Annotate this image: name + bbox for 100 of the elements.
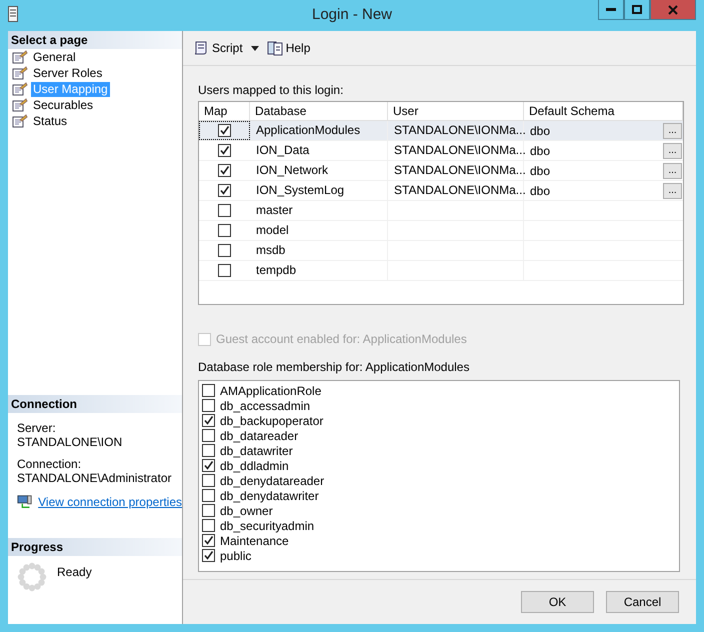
checkbox[interactable]	[202, 519, 215, 532]
role-label: db_datawriter	[220, 444, 293, 458]
sidebar-item[interactable]: General	[31, 50, 78, 64]
browse-button[interactable]: ...	[663, 142, 682, 158]
section-header: Connection	[8, 395, 182, 413]
role-label: db_datareader	[220, 428, 298, 442]
dropdown-caret-icon[interactable]	[250, 46, 259, 50]
checkbox[interactable]	[202, 444, 215, 457]
checkbox[interactable]	[202, 504, 215, 517]
connection-properties-link[interactable]: View connection properties	[38, 495, 182, 509]
checkbox[interactable]	[202, 384, 215, 397]
checkbox[interactable]	[218, 204, 231, 217]
wrench-page-icon	[12, 66, 28, 80]
role-label: db_backupoperator	[220, 414, 324, 428]
checkbox[interactable]	[218, 224, 231, 237]
section-header: Select a page	[8, 31, 182, 49]
checkbox[interactable]	[202, 474, 215, 487]
table-cell: dbo	[530, 184, 550, 198]
table-row[interactable]: ION_Data STANDALONE\IONMa... dbo ...	[199, 141, 683, 161]
role-label: Maintenance	[220, 534, 289, 548]
table-cell: model	[250, 221, 388, 240]
table-cell: dbo	[530, 144, 550, 158]
server-label: Server:	[17, 421, 57, 435]
role-label: db_denydatareader	[220, 474, 324, 488]
table-cell: msdb	[250, 241, 388, 260]
minimize-button[interactable]	[598, 0, 624, 20]
spinner-icon	[17, 562, 47, 592]
role-label: AMApplicationRole	[220, 384, 322, 398]
checkbox[interactable]	[202, 549, 215, 562]
table-row[interactable]: ION_SystemLog STANDALONE\IONMa... dbo ...	[199, 181, 683, 201]
table-cell: STANDALONE\IONMa...	[388, 121, 524, 140]
close-button[interactable]	[650, 0, 696, 20]
maximize-icon	[632, 5, 642, 14]
checkbox[interactable]	[202, 399, 215, 412]
server-value: STANDALONE\ION	[17, 435, 124, 449]
cancel-button[interactable]: Cancel	[606, 591, 679, 613]
column-header[interactable]: User	[388, 102, 524, 120]
book-icon	[266, 40, 283, 56]
sidebar-item[interactable]: Server Roles	[31, 66, 104, 80]
checkbox[interactable]	[218, 264, 231, 277]
script-button[interactable]: Script	[191, 38, 245, 58]
browse-button[interactable]: ...	[663, 182, 682, 198]
checkbox[interactable]	[202, 534, 215, 547]
column-header[interactable]: Default Schema	[524, 102, 683, 120]
maximize-button[interactable]	[624, 0, 650, 20]
table-row[interactable]: master	[199, 201, 683, 221]
table-row[interactable]: model	[199, 221, 683, 241]
table-cell: master	[250, 201, 388, 220]
browse-button[interactable]: ...	[663, 162, 682, 178]
table-cell: ION_SystemLog	[250, 181, 388, 200]
section-header: Progress	[8, 538, 182, 556]
wrench-page-icon	[12, 114, 28, 128]
scroll-icon	[193, 40, 209, 56]
table-cell: STANDALONE\IONMa...	[388, 141, 524, 160]
table-row[interactable]: ION_Network STANDALONE\IONMa... dbo ...	[199, 161, 683, 181]
progress-status: Ready	[57, 565, 92, 581]
checkbox[interactable]	[218, 244, 231, 257]
connection-label: Connection:	[17, 457, 82, 471]
sidebar-item[interactable]: Status	[31, 114, 70, 128]
help-button[interactable]: Help	[264, 38, 312, 58]
minimize-icon	[606, 8, 616, 11]
checkbox[interactable]	[218, 164, 231, 177]
role-label: db_accessadmin	[220, 398, 310, 412]
table-row[interactable]: msdb	[199, 241, 683, 261]
table-row[interactable]: ApplicationModules STANDALONE\IONMa... dbo ...	[199, 121, 683, 141]
table-cell: ION_Data	[250, 141, 388, 160]
table-cell: STANDALONE\IONMa...	[388, 181, 524, 200]
table-cell: ION_Network	[250, 161, 388, 180]
ok-button[interactable]: OK	[521, 591, 594, 613]
section-label: Users mapped to this login:	[198, 83, 344, 97]
checkbox[interactable]	[218, 144, 231, 157]
window-title: Login - New	[312, 6, 392, 23]
connection-value: STANDALONE\Administrator	[17, 471, 172, 485]
role-label: db_owner	[220, 504, 273, 518]
computer-icon	[17, 494, 32, 510]
wrench-page-icon	[12, 82, 28, 96]
wrench-page-icon	[12, 98, 28, 112]
checkbox[interactable]	[218, 184, 231, 197]
checkbox[interactable]	[202, 429, 215, 442]
section-label: Database role membership for: ApplicationModules	[198, 360, 470, 374]
wrench-page-icon	[12, 50, 28, 64]
checkbox-label: Guest account enabled for: ApplicationModules	[216, 332, 467, 346]
column-header[interactable]: Map	[199, 102, 250, 120]
close-icon	[668, 4, 678, 14]
browse-button[interactable]: ...	[663, 122, 682, 138]
checkbox[interactable]	[202, 489, 215, 502]
table-row[interactable]: tempdb	[199, 261, 683, 281]
table-cell: STANDALONE\IONMa...	[388, 161, 524, 180]
checkbox[interactable]	[202, 414, 215, 427]
table-cell: ApplicationModules	[250, 121, 388, 140]
column-header[interactable]: Database	[250, 102, 388, 120]
checkbox[interactable]	[218, 124, 231, 137]
sidebar-item[interactable]: Securables	[31, 98, 96, 112]
checkbox[interactable]	[202, 459, 215, 472]
table-cell: dbo	[530, 124, 550, 138]
role-label: public	[220, 548, 252, 562]
role-label: db_securityadmin	[220, 518, 314, 532]
role-label: db_denydatawriter	[220, 488, 319, 502]
table-cell: tempdb	[250, 261, 388, 280]
server-icon	[8, 6, 18, 22]
